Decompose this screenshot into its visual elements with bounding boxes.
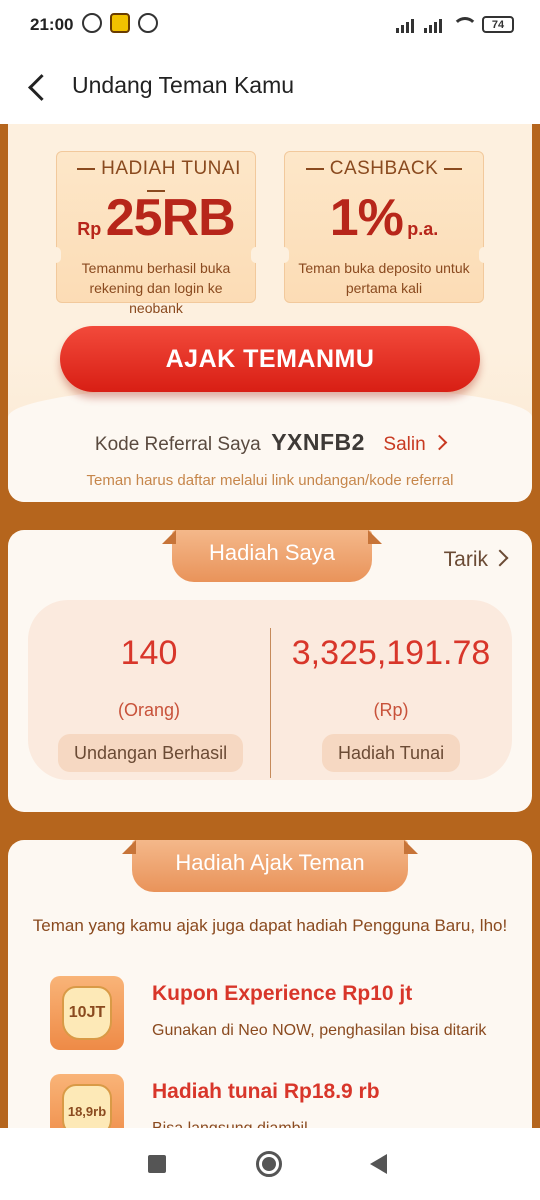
page-title: Undang Teman Kamu [72,72,295,98]
system-nav-bar [0,1128,540,1200]
invite-rewards-card: Hadiah Ajak Teman Teman yang kamu ajak j… [8,840,532,1148]
invited-count: 140 [120,634,178,672]
alarm-icon [82,13,102,33]
gift-description: Gunakan di Neo NOW, penghasilan bisa dit… [152,1022,487,1039]
withdraw-label: Tarik [443,548,488,571]
referral-code: YXNFB2 [271,429,365,455]
cashback-reward-box: CASHBACK 1% p.a. Teman buka deposito unt… [279,151,489,303]
cash-unit: (Rp) [373,700,409,720]
invite-friends-button[interactable]: AJAK TEMANMU [60,326,480,392]
home-icon[interactable] [256,1151,282,1177]
ticket-notch [251,247,261,263]
rewards-stats: 140 (Orang) Undangan Berhasil 3,325,191.… [28,600,512,780]
reward-description: Teman buka deposito untuk pertama kali [298,260,470,296]
copy-label: Salin [383,434,426,455]
back-arrow-icon[interactable] [24,72,54,102]
reward-prefix: Rp [77,219,102,239]
app-bar: Undang Teman Kamu [0,52,540,124]
reward-value: 1% p.a. [285,188,483,248]
battery-icon: 74 [482,16,514,33]
chevron-right-icon [491,549,509,567]
cash-label: Hadiah Tunai [322,734,461,772]
status-time: 21:00 [30,15,74,34]
referral-note: Teman harus daftar melalui link undangan… [86,472,454,489]
icon-label: 10JT [62,986,112,1040]
recent-apps-icon[interactable] [148,1155,166,1173]
list-item: 10JT Kupon Experience Rp10 jt Gunakan di… [48,976,528,1056]
gift-title: Hadiah tunai Rp18.9 rb [152,1080,380,1103]
invite-rewards-title: Hadiah Ajak Teman [132,840,408,892]
invited-label: Undangan Berhasil [58,734,244,772]
ticket-notch [279,247,289,263]
money-bag-icon: 10JT [50,976,124,1050]
my-rewards-title: Hadiah Saya [172,530,372,582]
back-triangle-icon[interactable] [370,1154,387,1174]
reward-amount: 1% [329,189,404,247]
reward-title: CASHBACK [285,158,483,180]
ticket-notch [479,247,489,263]
cash-amount: 3,325,191.78 [291,634,491,672]
chevron-right-icon [431,434,448,451]
wifi-icon [452,16,478,33]
withdraw-button[interactable]: Tarik [443,548,509,572]
referral-row: Kode Referral Saya YXNFB2 Salin [8,429,532,456]
ticket-notch [51,247,61,263]
notification-icons [82,13,158,33]
invite-rewards-description: Teman yang kamu ajak juga dapat hadiah P… [32,916,508,935]
status-bar: 21:00 74 [0,0,540,52]
system-icons: 74 [396,16,514,33]
reward-description: Temanmu berhasil buka rekening dan login… [81,260,231,316]
reward-value: Rp 25RB [57,188,255,248]
chrome-icon [138,13,158,33]
invited-unit: (Orang) [117,700,180,720]
reward-suffix: p.a. [407,219,439,239]
reward-amount: 25RB [105,189,236,247]
signal-icon [396,17,414,33]
referral-label: Kode Referral Saya [94,434,261,455]
invite-card: HADIAH TUNAI Rp 25RB Temanmu berhasil bu… [8,124,532,502]
invited-stat: 140 (Orang) Undangan Berhasil [28,600,270,780]
gift-title: Kupon Experience Rp10 jt [152,982,413,1005]
copy-code-button[interactable]: Salin [383,434,448,455]
app-notification-icon [110,13,130,33]
signal-icon-2 [424,17,442,33]
cash-stat: 3,325,191.78 (Rp) Hadiah Tunai [270,600,512,780]
cash-reward-box: HADIAH TUNAI Rp 25RB Temanmu berhasil bu… [51,151,261,316]
my-rewards-card: Hadiah Saya Tarik 140 (Orang) Undangan B… [8,530,532,812]
